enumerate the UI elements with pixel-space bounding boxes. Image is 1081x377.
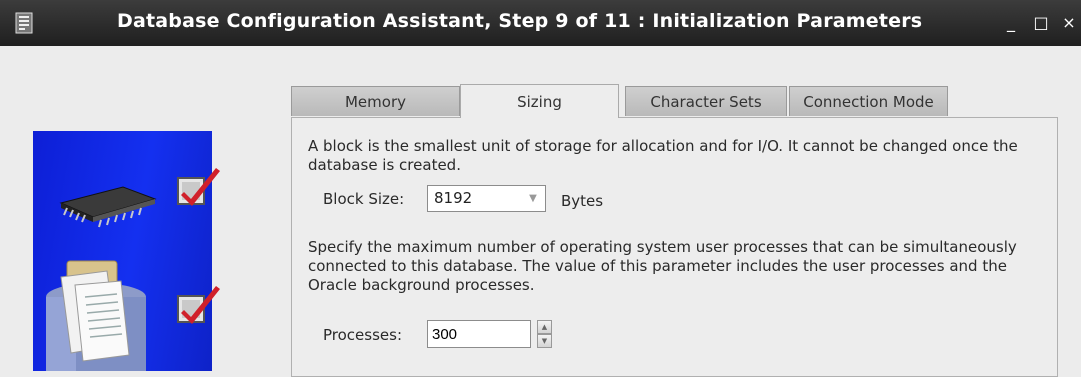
block-size-value: 8192 (434, 189, 473, 207)
title-bar: Database Configuration Assistant, Step 9… (0, 0, 1081, 46)
window-title: Database Configuration Assistant, Step 9… (117, 10, 923, 32)
processes-input[interactable] (427, 320, 531, 348)
minimize-button[interactable]: _ (1000, 12, 1022, 34)
spin-up-icon[interactable]: ▲ (537, 320, 552, 334)
checked-checkbox-icon (176, 166, 222, 212)
chevron-down-icon[interactable]: ▼ (525, 186, 541, 211)
checked-checkbox-icon (176, 284, 222, 330)
step-illustration-panel (33, 131, 220, 371)
tab-character-sets[interactable]: Character Sets (625, 86, 787, 116)
spin-down-icon[interactable]: ▼ (537, 334, 552, 348)
processes-label: Processes: (323, 326, 402, 344)
processes-description: Specify the maximum number of operating … (308, 238, 1017, 294)
block-size-select[interactable]: 8192 ▼ (427, 185, 546, 212)
close-button[interactable]: × (1058, 12, 1080, 34)
maximize-button[interactable]: □ (1030, 12, 1052, 34)
tab-sizing[interactable]: Sizing (460, 84, 619, 118)
memory-chip-icon (53, 179, 163, 233)
block-size-label: Block Size: (323, 190, 405, 208)
tab-memory[interactable]: Memory (291, 86, 460, 116)
tab-connection-mode[interactable]: Connection Mode (789, 86, 948, 116)
database-documents-icon (41, 257, 161, 375)
block-size-unit: Bytes (561, 192, 604, 210)
block-size-description: A block is the smallest unit of storage … (308, 137, 1018, 174)
app-window-icon[interactable] (14, 12, 36, 34)
